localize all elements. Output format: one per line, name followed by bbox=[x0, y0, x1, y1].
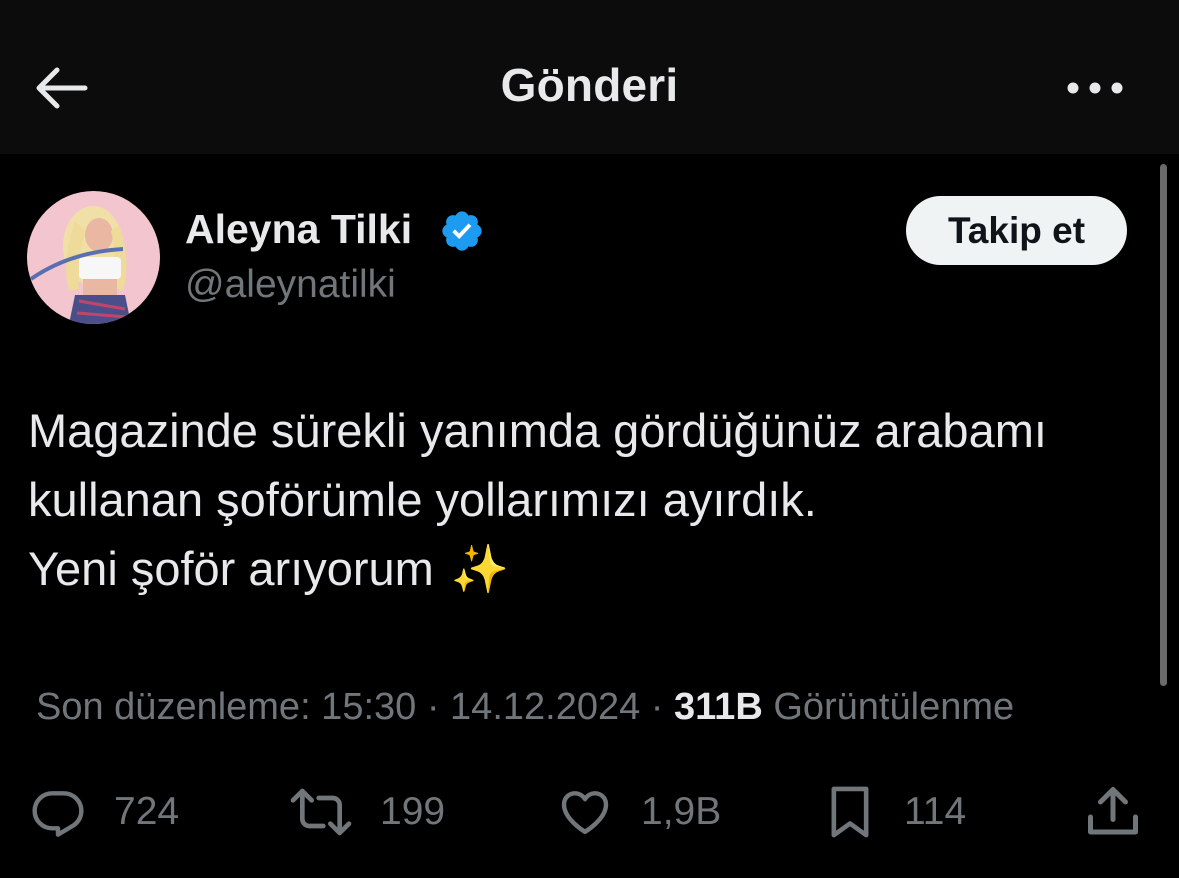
reply-count: 724 bbox=[114, 790, 180, 833]
scrollbar[interactable] bbox=[1160, 164, 1167, 686]
share-icon bbox=[1088, 787, 1138, 835]
like-button[interactable]: 1,9B bbox=[555, 780, 721, 844]
avatar[interactable] bbox=[27, 191, 160, 324]
tweet-line-2: kullanan şoförümle yollarımızı ayırdık. bbox=[28, 473, 817, 526]
tweet-meta: Son düzenleme: 15:30 · 14.12.2024 · 311B… bbox=[36, 686, 1014, 729]
author-name[interactable]: Aleyna Tilki bbox=[185, 206, 412, 253]
tweet-line-3: Yeni şoför arıyorum ✨ bbox=[28, 534, 1148, 603]
tweet-line-3-text: Yeni şoför arıyorum bbox=[28, 542, 434, 595]
more-dots-icon bbox=[1067, 82, 1123, 94]
edited-timestamp[interactable]: Son düzenleme: 15:30 · 14.12.2024 bbox=[36, 686, 640, 728]
retweet-icon bbox=[290, 788, 352, 836]
heart-icon bbox=[561, 791, 609, 835]
bookmark-count: 114 bbox=[904, 790, 967, 833]
retweet-button[interactable]: 199 bbox=[288, 780, 445, 844]
avatar-image bbox=[27, 191, 160, 324]
share-button[interactable] bbox=[1082, 780, 1144, 844]
more-options-button[interactable] bbox=[1060, 66, 1130, 110]
page-title: Gönderi bbox=[500, 59, 679, 111]
tweet-text: Magazinde sürekli yanımda gördüğünüz ara… bbox=[28, 396, 1148, 603]
sparkles-emoji: ✨ bbox=[450, 542, 510, 595]
views-label: Görüntülenme bbox=[762, 686, 1015, 728]
retweet-count: 199 bbox=[380, 790, 446, 833]
tweet-line-1: Magazinde sürekli yanımda gördüğünüz ara… bbox=[28, 404, 1047, 457]
like-count: 1,9B bbox=[641, 790, 722, 833]
top-navigation-bar: Gönderi bbox=[0, 0, 1179, 154]
action-bar: 724 199 1,9B 114 bbox=[0, 780, 1179, 844]
verified-badge-icon bbox=[442, 211, 482, 251]
bookmark-icon bbox=[831, 786, 869, 838]
views-count[interactable]: 311B bbox=[674, 686, 763, 728]
reply-button[interactable]: 724 bbox=[28, 780, 179, 844]
author-handle[interactable]: @aleynatilki bbox=[185, 263, 396, 307]
bookmark-button[interactable]: 114 bbox=[822, 780, 966, 844]
reply-icon bbox=[32, 791, 84, 837]
follow-button[interactable]: Takip et bbox=[906, 196, 1127, 265]
meta-separator: · bbox=[640, 686, 675, 728]
